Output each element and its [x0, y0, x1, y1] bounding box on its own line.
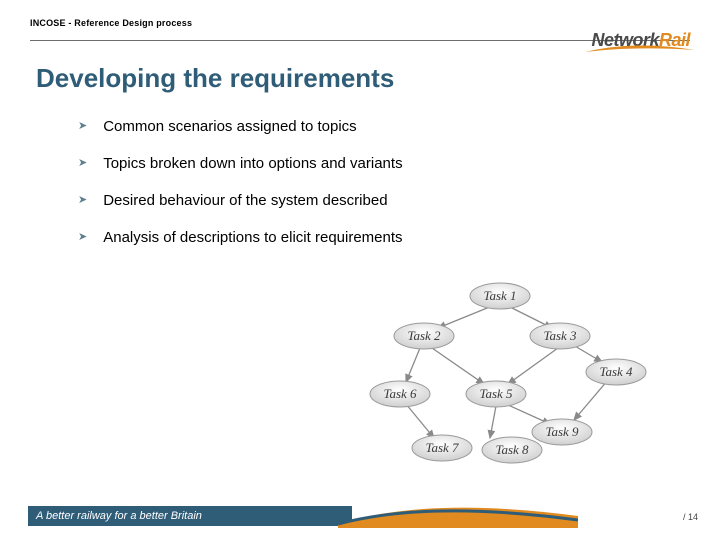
list-item-label: Desired behaviour of the system describe…: [103, 192, 387, 209]
slide: INCOSE - Reference Design process Networ…: [0, 0, 720, 540]
diagram-node-label: Task 9: [545, 424, 579, 439]
diagram-node-label: Task 1: [483, 288, 516, 303]
diagram-node-label: Task 3: [543, 328, 577, 343]
page-total: 14: [688, 512, 698, 522]
header: INCOSE - Reference Design process: [0, 0, 720, 34]
list-item-label: Analysis of descriptions to elicit requi…: [103, 229, 402, 246]
bullet-list: ➤ Common scenarios assigned to topics ➤ …: [0, 94, 720, 246]
footer-tagline-bar: A better railway for a better Britain: [28, 506, 352, 526]
breadcrumb: INCOSE - Reference Design process: [30, 18, 690, 28]
list-item-label: Common scenarios assigned to topics: [103, 118, 356, 135]
diagram-node-label: Task 5: [479, 386, 513, 401]
bullet-arrow-icon: ➤: [78, 232, 87, 243]
diagram-node-label: Task 2: [407, 328, 441, 343]
diagram-node-label: Task 8: [495, 442, 529, 457]
bullet-arrow-icon: ➤: [78, 195, 87, 206]
list-item: ➤ Analysis of descriptions to elicit req…: [78, 229, 720, 246]
list-item: ➤ Desired behaviour of the system descri…: [78, 192, 720, 209]
bullet-arrow-icon: ➤: [78, 121, 87, 132]
list-item-label: Topics broken down into options and vari…: [103, 155, 402, 172]
logo-swoosh-icon: [585, 44, 695, 56]
network-rail-logo: NetworkRail: [591, 30, 690, 51]
page-sep: /: [683, 512, 686, 522]
list-item: ➤ Common scenarios assigned to topics: [78, 118, 720, 135]
page-number: / 14: [683, 512, 698, 522]
diagram-node-label: Task 6: [383, 386, 417, 401]
list-item: ➤ Topics broken down into options and va…: [78, 155, 720, 172]
footer: A better railway for a better Britain / …: [0, 506, 720, 528]
diagram-node-label: Task 4: [599, 364, 633, 379]
bullet-arrow-icon: ➤: [78, 158, 87, 169]
footer-tagline: A better railway for a better Britain: [36, 510, 202, 522]
footer-swoosh-icon: [338, 502, 578, 528]
task-flow-diagram: Task 1 Task 2 Task 3 Task 4 Task 5 Task …: [340, 280, 660, 470]
diagram-node-label: Task 7: [425, 440, 459, 455]
